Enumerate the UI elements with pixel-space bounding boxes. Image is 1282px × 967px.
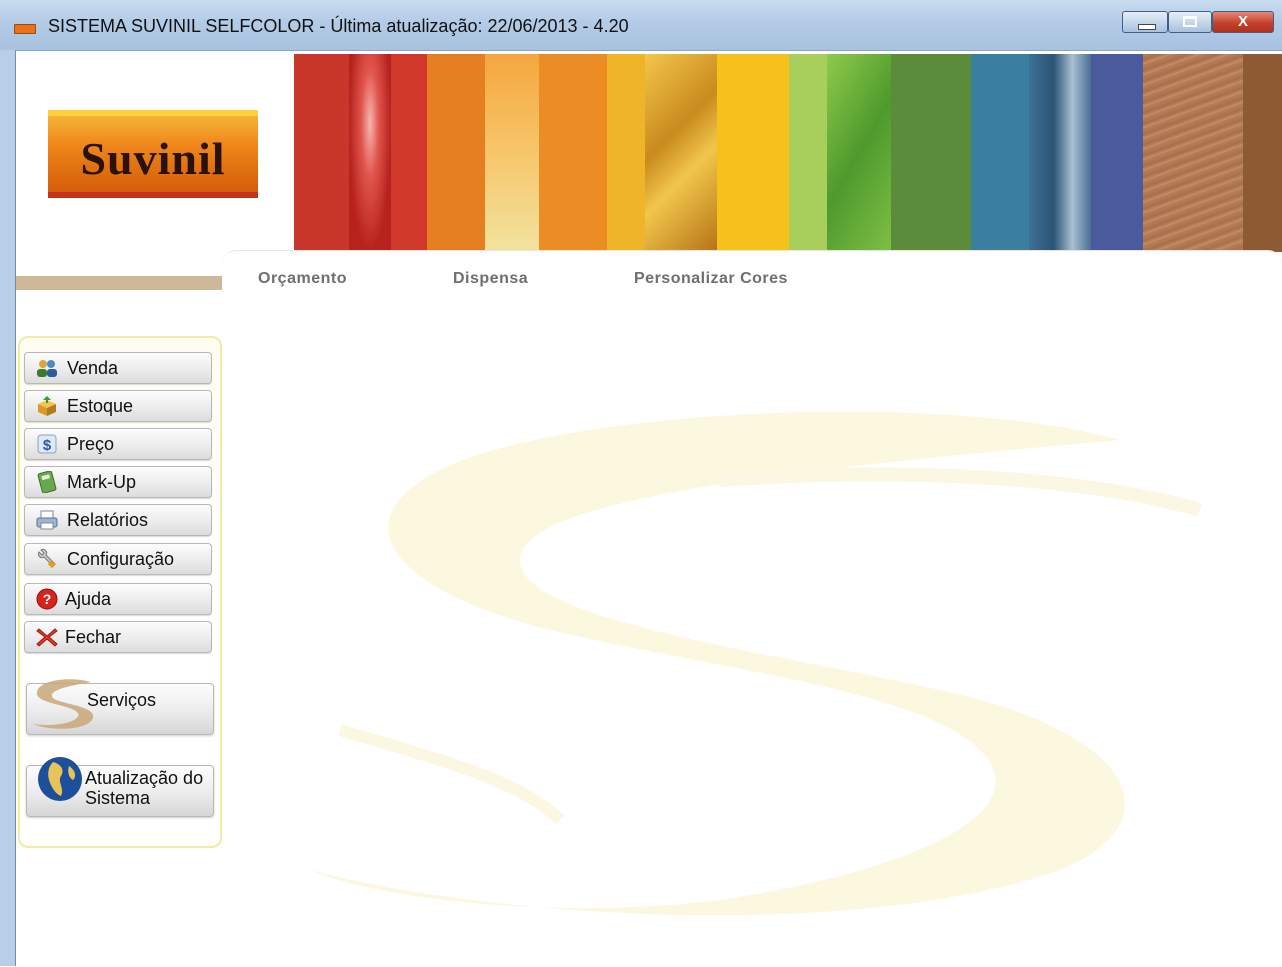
- color-strip: [1091, 54, 1143, 252]
- minimize-icon: [1138, 24, 1156, 30]
- color-strip: [349, 54, 391, 252]
- calculator-icon: [37, 471, 57, 493]
- fechar-label: Fechar: [65, 627, 122, 647]
- color-strip: [485, 54, 539, 252]
- atualizacao-label: Atualização do Sistema: [85, 768, 203, 808]
- preco-label: Preço: [67, 434, 115, 454]
- color-strip: [891, 54, 971, 252]
- mark-up-button[interactable]: Mark-Up: [24, 466, 212, 498]
- app-icon: [14, 24, 36, 34]
- color-strip: [391, 54, 427, 252]
- mark-up-label: Mark-Up: [67, 472, 137, 492]
- suvinil-s-watermark: [310, 411, 1202, 916]
- color-strip: [1243, 54, 1282, 252]
- window-title: SISTEMA SUVINIL SELFCOLOR - Última atual…: [48, 16, 629, 36]
- estoque-button[interactable]: Estoque: [24, 390, 212, 422]
- users-icon: [37, 360, 57, 377]
- color-strips-banner: [294, 54, 1282, 252]
- configuracao-label: Configuração: [67, 549, 175, 569]
- ajuda-label: Ajuda: [65, 589, 112, 609]
- venda-button[interactable]: Venda: [24, 352, 212, 384]
- globe-icon: [38, 757, 82, 801]
- close-window-icon: X: [1237, 13, 1248, 30]
- dollar-icon: $: [37, 434, 57, 454]
- servicos-button[interactable]: Serviços: [26, 679, 214, 735]
- tab-dispensa[interactable]: Dispensa: [453, 270, 528, 288]
- maximize-icon: [1183, 16, 1197, 27]
- color-strip: [971, 54, 1029, 252]
- configuracao-button[interactable]: Configuração: [24, 543, 212, 575]
- minimize-button[interactable]: [1122, 11, 1168, 33]
- suvinil-logo: Suvinil: [48, 110, 258, 198]
- header-band: [16, 276, 226, 290]
- color-strip: [539, 54, 607, 252]
- servicos-label: Serviços: [87, 690, 157, 710]
- color-strip: [789, 54, 827, 252]
- venda-label: Venda: [67, 358, 119, 378]
- atualizacao-label-line2: Sistema: [85, 788, 151, 808]
- atualizacao-label-line1: Atualização do: [85, 768, 204, 788]
- color-strip: [717, 54, 789, 252]
- title-bar: SISTEMA SUVINIL SELFCOLOR - Última atual…: [0, 0, 1282, 51]
- relatorios-button[interactable]: Relatórios: [24, 504, 212, 536]
- ajuda-button[interactable]: ? Ajuda: [24, 583, 212, 615]
- close-window-button[interactable]: X: [1212, 11, 1274, 33]
- box-icon: [38, 396, 56, 416]
- window-left-border: [0, 50, 16, 966]
- color-strip: [645, 54, 717, 252]
- preco-button[interactable]: $ Preço: [24, 428, 212, 460]
- close-icon: [36, 628, 58, 647]
- color-strip: [1143, 54, 1243, 252]
- color-strip: [294, 54, 349, 252]
- svg-text:$: $: [43, 437, 52, 454]
- help-icon: ?: [36, 588, 58, 610]
- tab-orcamento[interactable]: Orçamento: [258, 270, 347, 288]
- logo-text: Suvinil: [80, 133, 226, 184]
- printer-icon: [36, 510, 58, 530]
- color-strip: [427, 54, 485, 252]
- color-strip: [1029, 54, 1091, 252]
- svg-text:?: ?: [43, 591, 52, 607]
- tab-personalizar-cores[interactable]: Personalizar Cores: [634, 270, 788, 288]
- fechar-button[interactable]: Fechar: [24, 621, 212, 653]
- estoque-label: Estoque: [67, 396, 134, 416]
- color-strip: [827, 54, 891, 252]
- wrench-icon: [38, 549, 56, 569]
- maximize-button[interactable]: [1168, 11, 1212, 33]
- atualizacao-sistema-button[interactable]: Atualização do Sistema: [26, 757, 214, 817]
- relatorios-label: Relatórios: [67, 510, 149, 530]
- color-strip: [607, 54, 645, 252]
